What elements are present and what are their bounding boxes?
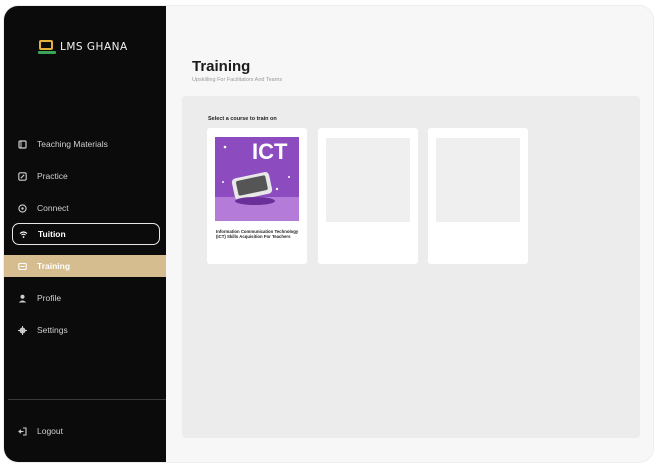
sidebar-item-profile[interactable]: Profile (12, 287, 160, 309)
sidebar: LMS GHANA Teaching Materials Practice Co… (4, 6, 166, 462)
course-title: Information Communication Technology (IC… (216, 229, 299, 240)
brand-name: LMS GHANA (60, 41, 128, 53)
sidebar-item-tuition[interactable]: Tuition (12, 223, 160, 245)
sidebar-item-label: Tuition (38, 229, 66, 239)
pencil-icon (18, 171, 27, 181)
course-badge: ICT (252, 139, 288, 164)
gear-icon (18, 325, 27, 335)
sidebar-divider (8, 399, 166, 400)
select-course-label: Select a course to train on (208, 116, 277, 122)
sidebar-item-practice[interactable]: Practice (12, 165, 160, 187)
sidebar-item-settings[interactable]: Settings (12, 319, 160, 341)
connect-icon (18, 203, 27, 213)
course-image-placeholder (326, 138, 410, 222)
main-content: Training Upskilling For Facilitators And… (166, 6, 653, 462)
sidebar-item-training[interactable]: Training (4, 255, 166, 277)
course-cover-image: ICT (215, 137, 299, 221)
sidebar-item-label: Connect (37, 203, 69, 213)
page-title: Training (192, 58, 251, 75)
course-card-placeholder[interactable] (318, 128, 418, 264)
logout-icon (18, 426, 27, 436)
sidebar-item-label: Profile (37, 293, 62, 303)
computer-logo-icon (38, 40, 56, 54)
sidebar-item-teaching-materials[interactable]: Teaching Materials (12, 133, 160, 155)
training-icon (18, 262, 27, 271)
courses-panel: Select a course to train on ICT Informat… (182, 96, 640, 438)
course-card-ict[interactable]: ICT Information Communication Technology… (207, 128, 307, 264)
wifi-icon (19, 230, 28, 239)
sidebar-item-connect[interactable]: Connect (12, 197, 160, 219)
user-icon (18, 294, 27, 303)
logout-label: Logout (37, 426, 63, 436)
course-image-placeholder (436, 138, 520, 222)
page-subtitle: Upskilling For Facilitators And Teams (192, 77, 283, 83)
app-window: LMS GHANA Teaching Materials Practice Co… (4, 6, 653, 462)
book-icon (18, 139, 27, 149)
sidebar-item-label: Training (37, 261, 71, 271)
sidebar-item-label: Teaching Materials (37, 139, 108, 149)
logout-button[interactable]: Logout (12, 420, 160, 442)
brand-logo[interactable]: LMS GHANA (38, 40, 128, 54)
course-card-placeholder[interactable] (428, 128, 528, 264)
sidebar-item-label: Practice (37, 171, 68, 181)
sidebar-item-label: Settings (37, 325, 68, 335)
